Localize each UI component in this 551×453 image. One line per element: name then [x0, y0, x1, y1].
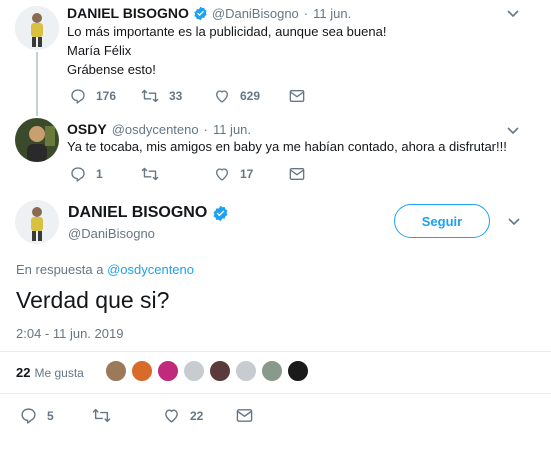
- heart-icon: [216, 90, 228, 103]
- thread-line: [36, 52, 38, 116]
- retweet-button[interactable]: 33: [141, 88, 214, 104]
- author-name[interactable]: OSDY: [67, 121, 107, 137]
- author-handle[interactable]: @osdycenteno: [112, 122, 199, 137]
- tweet-line: Grábense esto!: [67, 62, 156, 77]
- reply-icon: [71, 167, 85, 182]
- follow-button[interactable]: Seguir: [394, 204, 490, 238]
- like-count: 17: [240, 167, 254, 181]
- reply-prefix: En respuesta a: [16, 262, 104, 277]
- tweet-line: Lo más importante es la publicidad, aunq…: [67, 24, 387, 39]
- mail-icon: [289, 168, 305, 180]
- reply-button[interactable]: 176: [70, 88, 141, 104]
- liker-avatar[interactable]: [131, 360, 153, 382]
- tweet-line: María Félix: [67, 43, 132, 58]
- retweet-button[interactable]: [141, 166, 214, 182]
- chevron-down-icon[interactable]: [507, 10, 519, 18]
- mail-icon: [236, 409, 253, 422]
- direct-message-button[interactable]: [289, 88, 315, 104]
- reply-count: 5: [47, 408, 54, 423]
- tweet-text: Ya te tocaba, mis amigos en baby ya me h…: [67, 139, 507, 154]
- liker-avatar[interactable]: [105, 360, 127, 382]
- heart-icon: [165, 409, 178, 423]
- retweet-icon: [141, 89, 159, 103]
- retweet-icon: [141, 167, 159, 181]
- direct-message-button[interactable]: [236, 407, 263, 424]
- mail-icon: [289, 90, 305, 102]
- avatar-image: [15, 118, 59, 162]
- verified-badge-icon: [194, 6, 207, 20]
- verified-badge-icon: [213, 205, 228, 221]
- reply-context: En respuesta a @osdycenteno: [16, 262, 194, 277]
- divider: [0, 393, 551, 394]
- reply-icon: [71, 89, 85, 104]
- liker-avatar[interactable]: [261, 360, 283, 382]
- liker-avatar[interactable]: [157, 360, 179, 382]
- chevron-down-icon[interactable]: [508, 218, 520, 226]
- tweet-date[interactable]: 11 jun.: [213, 122, 251, 137]
- like-button[interactable]: 629: [214, 88, 289, 104]
- reply-count: 176: [96, 89, 117, 103]
- tweet-text: Lo más importante es la publicidad, aunq…: [67, 22, 507, 79]
- tweet-timestamp[interactable]: 2:04 - 11 jun. 2019: [16, 326, 123, 341]
- author-handle[interactable]: @DaniBisogno: [212, 6, 299, 21]
- reply-button[interactable]: 1: [70, 166, 141, 182]
- likes-count: 22: [16, 365, 31, 380]
- retweet-icon: [92, 408, 111, 423]
- dot-separator: ·: [303, 5, 309, 21]
- avatar[interactable]: [15, 118, 59, 162]
- liker-avatar[interactable]: [287, 360, 309, 382]
- author-handle[interactable]: @DaniBisogno: [68, 226, 155, 241]
- like-count: 22: [190, 408, 204, 423]
- dot-separator: ·: [203, 121, 208, 137]
- avatar-image: [15, 200, 59, 244]
- like-button[interactable]: 22: [163, 407, 236, 424]
- likes-label: Me gusta: [34, 366, 84, 380]
- liker-avatar[interactable]: [235, 360, 257, 382]
- reply-icon: [21, 408, 36, 424]
- likers-list: [105, 360, 313, 382]
- tweet-date[interactable]: 11 jun.: [313, 6, 351, 21]
- author-name[interactable]: DANIEL BISOGNO: [67, 5, 189, 21]
- divider: [0, 351, 551, 352]
- like-count: 629: [240, 89, 261, 103]
- retweet-count: 33: [169, 89, 183, 103]
- reply-count: 1: [96, 167, 103, 181]
- tweet-text: Verdad que si?: [16, 287, 170, 313]
- like-button[interactable]: 17: [214, 166, 289, 182]
- liker-avatar[interactable]: [183, 360, 205, 382]
- liker-avatar[interactable]: [209, 360, 231, 382]
- likes-summary[interactable]: 22 Me gusta: [16, 365, 84, 380]
- chevron-down-icon[interactable]: [507, 127, 519, 135]
- avatar-image: [15, 6, 59, 50]
- direct-message-button[interactable]: [289, 166, 315, 182]
- author-name[interactable]: DANIEL BISOGNO: [68, 204, 207, 222]
- reply-button[interactable]: 5: [20, 407, 92, 424]
- avatar[interactable]: [15, 200, 59, 244]
- reply-to-link[interactable]: @osdycenteno: [107, 262, 194, 277]
- retweet-button[interactable]: [92, 407, 163, 424]
- avatar[interactable]: [15, 6, 59, 50]
- heart-icon: [216, 168, 228, 181]
